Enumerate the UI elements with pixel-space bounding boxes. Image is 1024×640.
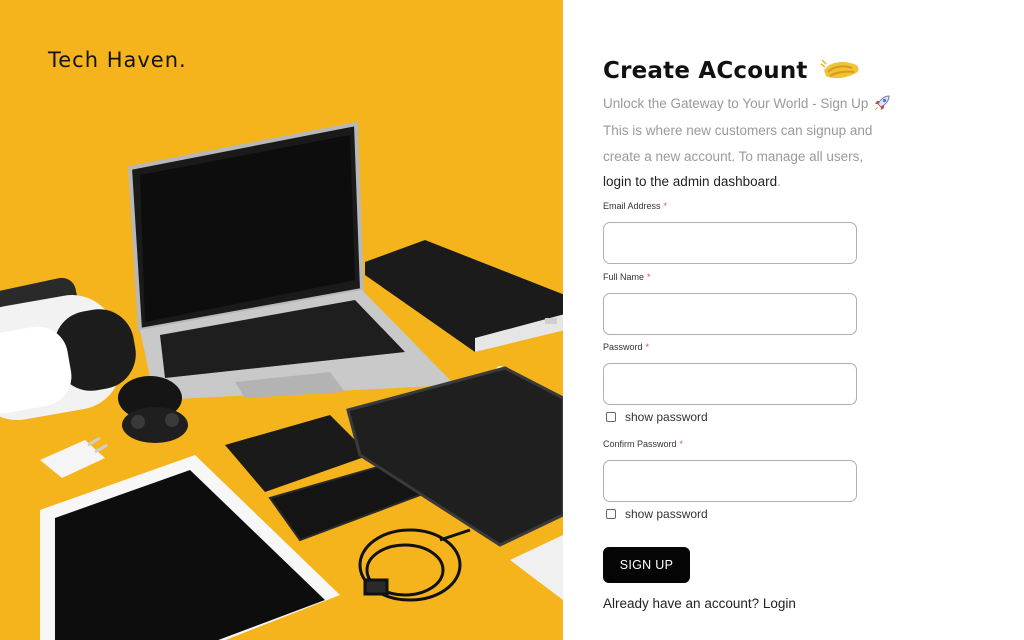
login-prompt: Already have an account? Login	[603, 596, 796, 611]
sign-up-button[interactable]: SIGN UP	[603, 547, 690, 583]
subtitle-text: Unlock the Gateway to Your World - Sign …	[603, 95, 869, 111]
envelope-icon	[510, 535, 563, 600]
confirm-password-label-text: Confirm Password	[603, 439, 677, 449]
password-label: Password *	[603, 342, 649, 352]
email-label-text: Email Address	[603, 201, 661, 211]
hero-panel: Tech Haven.	[0, 0, 563, 640]
description: This is where new customers can signup a…	[603, 118, 873, 195]
login-link[interactable]: Login	[763, 596, 796, 611]
full-name-label: Full Name *	[603, 272, 651, 282]
rocket-icon	[874, 95, 890, 111]
tablet-icon	[346, 366, 563, 547]
subtitle: Unlock the Gateway to Your World - Sign …	[603, 94, 891, 112]
password-label-text: Password	[603, 342, 643, 352]
page-title: Create ACcount	[603, 58, 808, 84]
required-mark: *	[679, 439, 684, 449]
waving-hands-icon	[820, 59, 859, 79]
description-text: This is where new customers can signup a…	[603, 123, 873, 164]
brand-logo: Tech Haven.	[48, 48, 187, 72]
show-confirm-password-label: show password	[625, 507, 708, 521]
power-adapter-icon	[40, 436, 108, 478]
admin-login-link[interactable]: login to the admin dashboard	[603, 174, 777, 189]
confirm-password-label: Confirm Password *	[603, 439, 683, 449]
show-password-row: show password	[606, 410, 708, 424]
email-label: Email Address *	[603, 201, 667, 211]
show-password-label: show password	[625, 410, 708, 424]
signup-panel: Create ACcount Unlock the Gateway to You…	[563, 0, 1024, 640]
password-field[interactable]	[603, 363, 857, 405]
required-mark: *	[645, 342, 650, 352]
confirm-password-field[interactable]	[603, 460, 857, 502]
description-period: .	[777, 174, 781, 189]
title-row: Create ACcount	[603, 58, 862, 84]
email-field[interactable]	[603, 222, 857, 264]
cable-icon	[358, 528, 471, 602]
login-prompt-text: Already have an account?	[603, 596, 760, 611]
white-tablet-icon	[40, 455, 340, 640]
required-mark: *	[663, 201, 668, 211]
tech-devices-image	[0, 121, 563, 640]
show-password-checkbox[interactable]	[606, 412, 616, 422]
full-name-label-text: Full Name	[603, 272, 645, 282]
show-confirm-password-row: show password	[606, 507, 708, 521]
show-confirm-password-checkbox[interactable]	[606, 509, 616, 519]
full-name-field[interactable]	[603, 293, 857, 335]
required-mark: *	[647, 272, 651, 282]
